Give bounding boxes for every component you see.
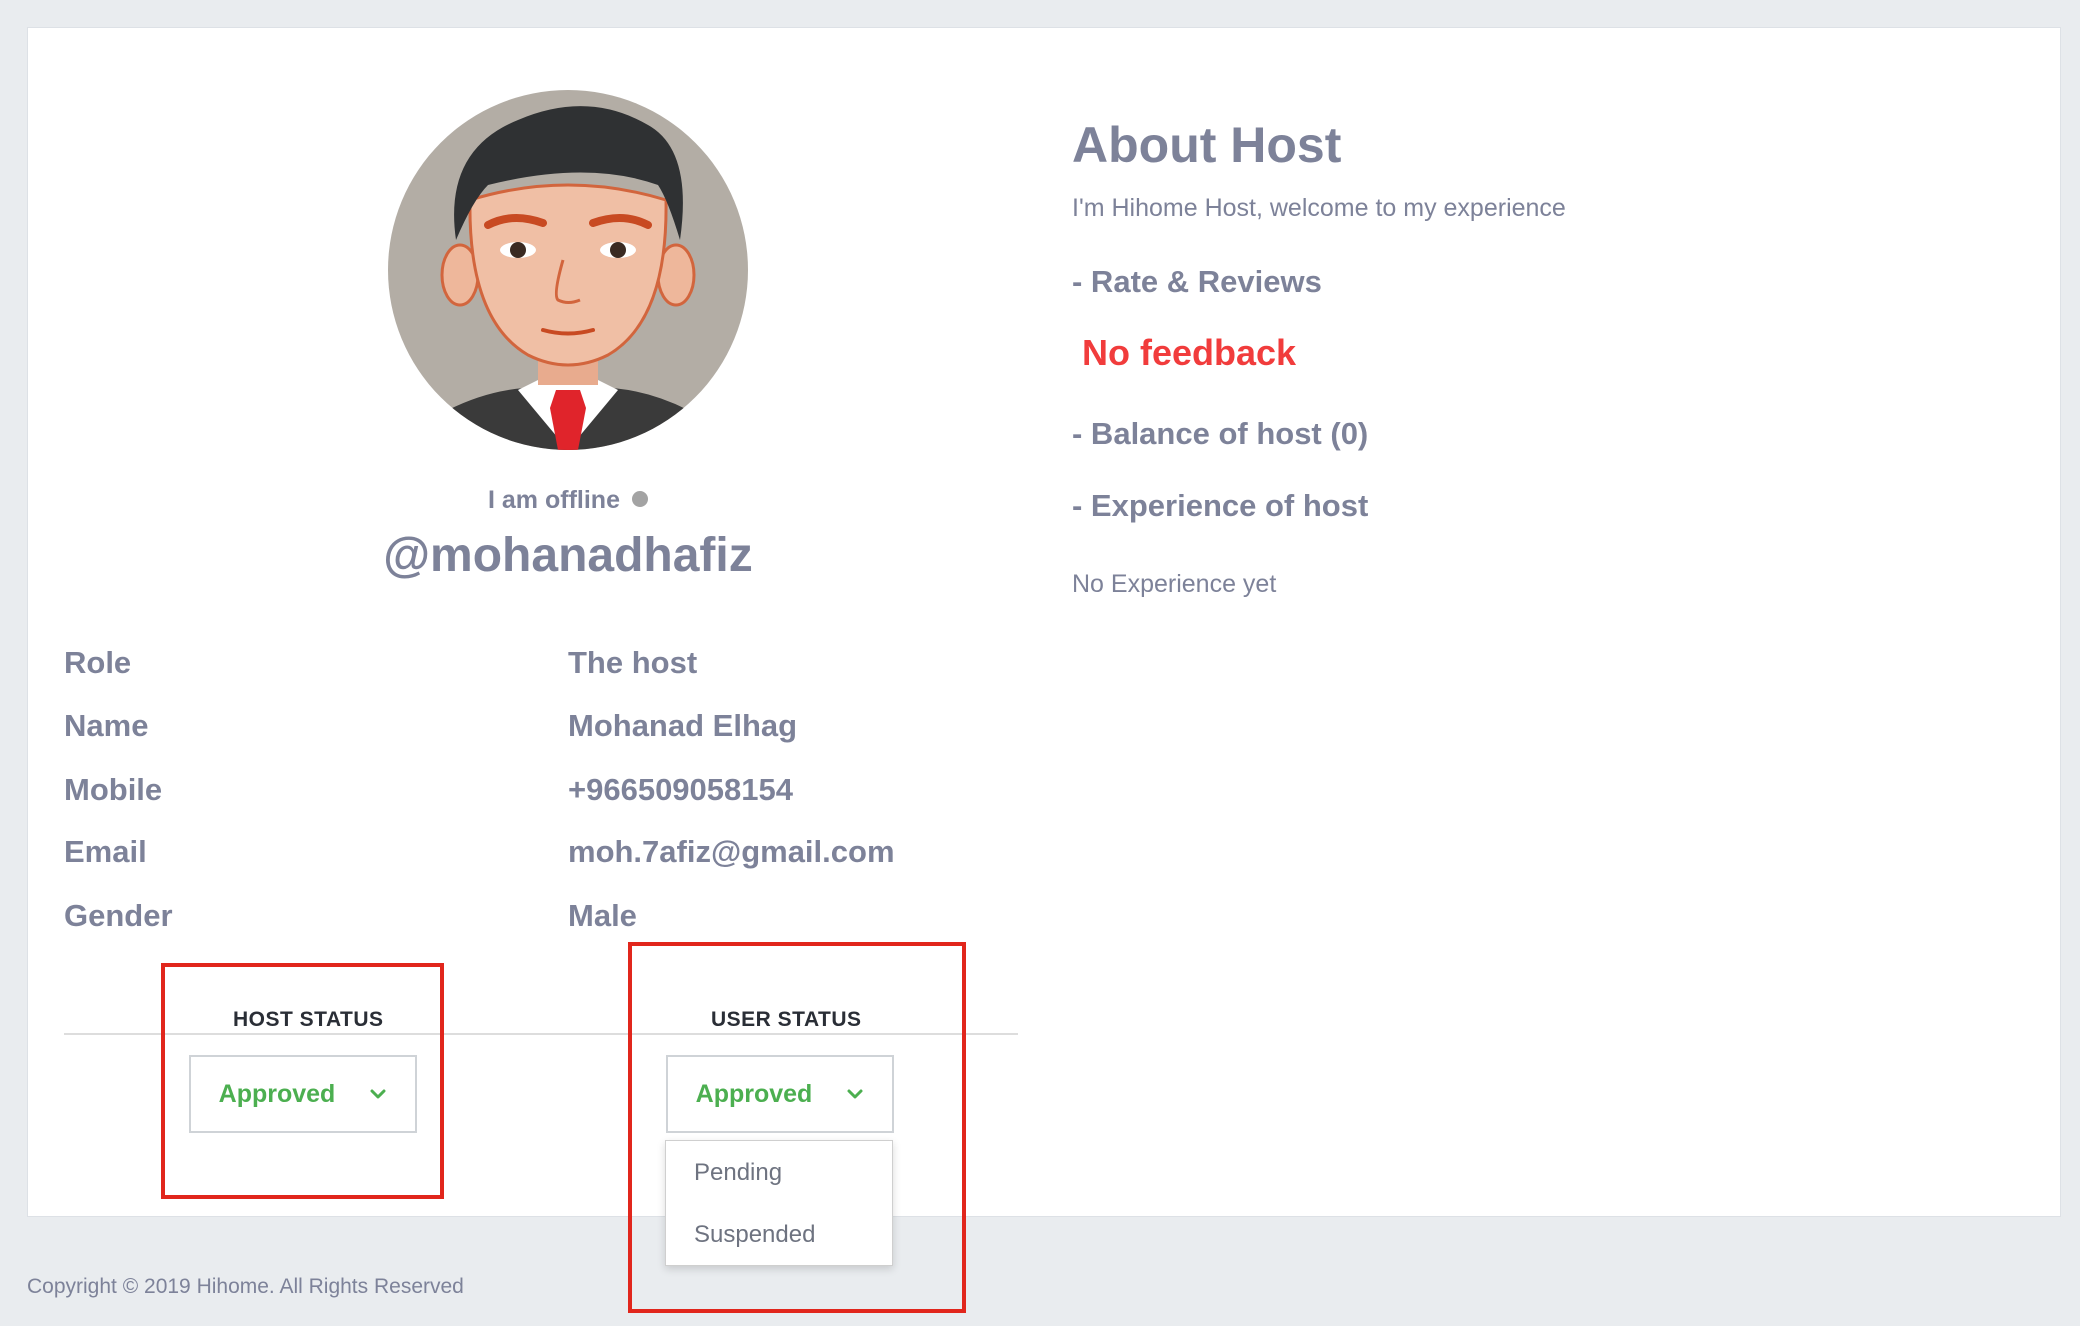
- no-experience-text: No Experience yet: [1072, 570, 1277, 598]
- experience-heading: - Experience of host: [1072, 488, 1369, 523]
- email-value: moh.7afiz@gmail.com: [568, 834, 895, 869]
- presence-label: I am offline: [488, 486, 620, 514]
- name-value: Mohanad Elhag: [568, 708, 798, 743]
- presence-status: I am offline: [328, 486, 808, 515]
- balance-heading: - Balance of host (0): [1072, 416, 1369, 451]
- username: @mohanadhafiz: [383, 529, 753, 582]
- gender-label: Gender: [64, 898, 173, 933]
- email-label: Email: [64, 834, 147, 869]
- about-subtitle: I'm Hihome Host, welcome to my experienc…: [1072, 194, 1566, 222]
- mobile-label: Mobile: [64, 772, 163, 807]
- status-dot-icon: [631, 491, 648, 508]
- avatar: [388, 90, 748, 450]
- no-feedback-text: No feedback: [1082, 332, 1297, 373]
- rate-reviews-heading: - Rate & Reviews: [1072, 264, 1322, 299]
- name-label: Name: [64, 708, 149, 743]
- gender-value: Male: [568, 898, 637, 933]
- role-value: The host: [568, 645, 698, 680]
- host-status-highlight: [161, 963, 444, 1199]
- mobile-value: +966509058154: [568, 772, 793, 807]
- footer-copyright: Copyright © 2019 Hihome. All Rights Rese…: [27, 1275, 464, 1298]
- avatar-illustration: [388, 90, 748, 450]
- user-status-highlight: [628, 942, 966, 1313]
- role-label: Role: [64, 645, 132, 680]
- about-title: About Host: [1072, 117, 1342, 173]
